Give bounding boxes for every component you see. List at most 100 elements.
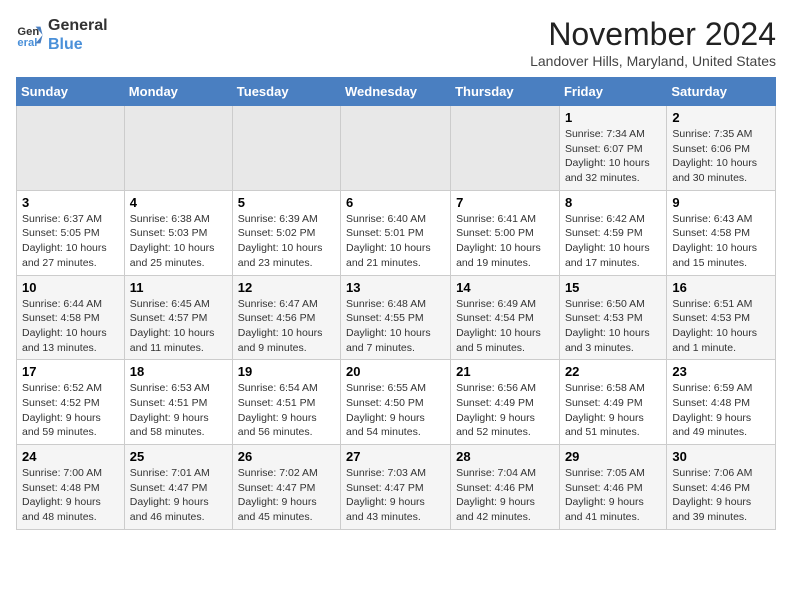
day-number: 18 [130, 364, 227, 379]
day-of-week-header: Thursday [451, 78, 560, 106]
calendar-cell: 28 Sunrise: 7:04 AM Sunset: 4:46 PM Dayli… [451, 445, 560, 530]
day-number: 11 [130, 280, 227, 295]
calendar-cell: 14 Sunrise: 6:49 AM Sunset: 4:54 PM Dayli… [451, 275, 560, 360]
day-of-week-header: Friday [559, 78, 666, 106]
calendar-cell: 10 Sunrise: 6:44 AM Sunset: 4:58 PM Dayli… [17, 275, 125, 360]
calendar-cell: 4 Sunrise: 6:38 AM Sunset: 5:03 PM Daylig… [124, 190, 232, 275]
day-of-week-header: Sunday [17, 78, 125, 106]
day-number: 13 [346, 280, 445, 295]
day-info: Sunrise: 6:39 AM Sunset: 5:02 PM Dayligh… [238, 212, 335, 271]
calendar-cell: 23Sunrise: 6:59 AM Sunset: 4:48 PM Dayli… [667, 360, 776, 445]
day-info: Sunrise: 7:35 AM Sunset: 6:06 PM Dayligh… [672, 127, 770, 186]
calendar-cell: 20Sunrise: 6:55 AM Sunset: 4:50 PM Dayli… [341, 360, 451, 445]
calendar-cell: 21 Sunrise: 6:56 AM Sunset: 4:49 PM Dayli… [451, 360, 560, 445]
logo-line2: Blue [48, 35, 108, 54]
day-info: Sunrise: 6:38 AM Sunset: 5:03 PM Dayligh… [130, 212, 227, 271]
day-of-week-header: Monday [124, 78, 232, 106]
logo: Gen eral General Blue [16, 16, 108, 54]
day-number: 24 [22, 449, 119, 464]
month-title: November 2024 [530, 16, 776, 53]
calendar-cell: 6 Sunrise: 6:40 AM Sunset: 5:01 PM Daylig… [341, 190, 451, 275]
day-info: Sunrise: 6:37 AM Sunset: 5:05 PM Dayligh… [22, 212, 119, 271]
day-of-week-header: Saturday [667, 78, 776, 106]
day-number: 7 [456, 195, 554, 210]
day-info: Sunrise: 6:47 AM Sunset: 4:56 PM Dayligh… [238, 297, 335, 356]
day-info: Sunrise: 6:51 AM Sunset: 4:53 PM Dayligh… [672, 297, 770, 356]
day-info: Sunrise: 6:45 AM Sunset: 4:57 PM Dayligh… [130, 297, 227, 356]
day-info: Sunrise: 7:02 AM Sunset: 4:47 PM Dayligh… [238, 466, 335, 525]
day-info: Sunrise: 7:06 AM Sunset: 4:46 PM Dayligh… [672, 466, 770, 525]
calendar-cell: 24 Sunrise: 7:00 AM Sunset: 4:48 PM Dayli… [17, 445, 125, 530]
calendar-cell: 11 Sunrise: 6:45 AM Sunset: 4:57 PM Dayli… [124, 275, 232, 360]
day-number: 3 [22, 195, 119, 210]
day-number: 6 [346, 195, 445, 210]
calendar-cell: 27Sunrise: 7:03 AM Sunset: 4:47 PM Dayli… [341, 445, 451, 530]
day-info: Sunrise: 6:58 AM Sunset: 4:49 PM Dayligh… [565, 381, 661, 440]
calendar-cell: 7Sunrise: 6:41 AM Sunset: 5:00 PM Daylig… [451, 190, 560, 275]
day-info: Sunrise: 6:40 AM Sunset: 5:01 PM Dayligh… [346, 212, 445, 271]
svg-text:eral: eral [17, 37, 37, 49]
calendar-cell: 25 Sunrise: 7:01 AM Sunset: 4:47 PM Dayli… [124, 445, 232, 530]
day-number: 2 [672, 110, 770, 125]
day-number: 9 [672, 195, 770, 210]
calendar-cell [341, 106, 451, 191]
day-number: 22 [565, 364, 661, 379]
day-info: Sunrise: 7:04 AM Sunset: 4:46 PM Dayligh… [456, 466, 554, 525]
day-info: Sunrise: 6:59 AM Sunset: 4:48 PM Dayligh… [672, 381, 770, 440]
svg-text:Gen: Gen [17, 26, 39, 38]
day-number: 16 [672, 280, 770, 295]
day-number: 25 [130, 449, 227, 464]
calendar-cell: 5Sunrise: 6:39 AM Sunset: 5:02 PM Daylig… [232, 190, 340, 275]
header: Gen eral General Blue November 2024 Land… [16, 16, 776, 69]
day-number: 8 [565, 195, 661, 210]
calendar-cell: 17Sunrise: 6:52 AM Sunset: 4:52 PM Dayli… [17, 360, 125, 445]
calendar-cell [451, 106, 560, 191]
day-info: Sunrise: 6:54 AM Sunset: 4:51 PM Dayligh… [238, 381, 335, 440]
calendar-cell [124, 106, 232, 191]
day-number: 28 [456, 449, 554, 464]
day-number: 14 [456, 280, 554, 295]
calendar-table: SundayMondayTuesdayWednesdayThursdayFrid… [16, 77, 776, 530]
day-number: 30 [672, 449, 770, 464]
day-info: Sunrise: 7:01 AM Sunset: 4:47 PM Dayligh… [130, 466, 227, 525]
day-number: 29 [565, 449, 661, 464]
calendar-cell: 26 Sunrise: 7:02 AM Sunset: 4:47 PM Dayli… [232, 445, 340, 530]
day-info: Sunrise: 6:56 AM Sunset: 4:49 PM Dayligh… [456, 381, 554, 440]
day-info: Sunrise: 6:49 AM Sunset: 4:54 PM Dayligh… [456, 297, 554, 356]
day-info: Sunrise: 6:50 AM Sunset: 4:53 PM Dayligh… [565, 297, 661, 356]
calendar-cell: 12Sunrise: 6:47 AM Sunset: 4:56 PM Dayli… [232, 275, 340, 360]
title-area: November 2024 Landover Hills, Maryland, … [530, 16, 776, 69]
day-info: Sunrise: 7:34 AM Sunset: 6:07 PM Dayligh… [565, 127, 661, 186]
calendar-cell: 19 Sunrise: 6:54 AM Sunset: 4:51 PM Dayli… [232, 360, 340, 445]
day-info: Sunrise: 6:48 AM Sunset: 4:55 PM Dayligh… [346, 297, 445, 356]
calendar-cell: 29 Sunrise: 7:05 AM Sunset: 4:46 PM Dayli… [559, 445, 666, 530]
day-info: Sunrise: 6:53 AM Sunset: 4:51 PM Dayligh… [130, 381, 227, 440]
calendar-cell [17, 106, 125, 191]
day-info: Sunrise: 6:44 AM Sunset: 4:58 PM Dayligh… [22, 297, 119, 356]
day-number: 4 [130, 195, 227, 210]
day-number: 26 [238, 449, 335, 464]
calendar-cell: 22 Sunrise: 6:58 AM Sunset: 4:49 PM Dayli… [559, 360, 666, 445]
day-info: Sunrise: 6:42 AM Sunset: 4:59 PM Dayligh… [565, 212, 661, 271]
day-info: Sunrise: 6:43 AM Sunset: 4:58 PM Dayligh… [672, 212, 770, 271]
calendar-cell: 2 Sunrise: 7:35 AM Sunset: 6:06 PM Daylig… [667, 106, 776, 191]
calendar-cell: 13 Sunrise: 6:48 AM Sunset: 4:55 PM Dayli… [341, 275, 451, 360]
day-info: Sunrise: 6:52 AM Sunset: 4:52 PM Dayligh… [22, 381, 119, 440]
calendar-cell [232, 106, 340, 191]
calendar-cell: 30 Sunrise: 7:06 AM Sunset: 4:46 PM Dayli… [667, 445, 776, 530]
day-info: Sunrise: 7:05 AM Sunset: 4:46 PM Dayligh… [565, 466, 661, 525]
day-info: Sunrise: 7:00 AM Sunset: 4:48 PM Dayligh… [22, 466, 119, 525]
day-number: 15 [565, 280, 661, 295]
subtitle: Landover Hills, Maryland, United States [530, 53, 776, 69]
calendar-cell: 9 Sunrise: 6:43 AM Sunset: 4:58 PM Daylig… [667, 190, 776, 275]
day-number: 1 [565, 110, 661, 125]
logo-icon: Gen eral [16, 21, 44, 49]
day-number: 21 [456, 364, 554, 379]
day-number: 20 [346, 364, 445, 379]
day-of-week-header: Wednesday [341, 78, 451, 106]
day-number: 10 [22, 280, 119, 295]
logo-line1: General [48, 16, 108, 35]
day-number: 19 [238, 364, 335, 379]
day-info: Sunrise: 7:03 AM Sunset: 4:47 PM Dayligh… [346, 466, 445, 525]
calendar-cell: 1 Sunrise: 7:34 AM Sunset: 6:07 PM Daylig… [559, 106, 666, 191]
